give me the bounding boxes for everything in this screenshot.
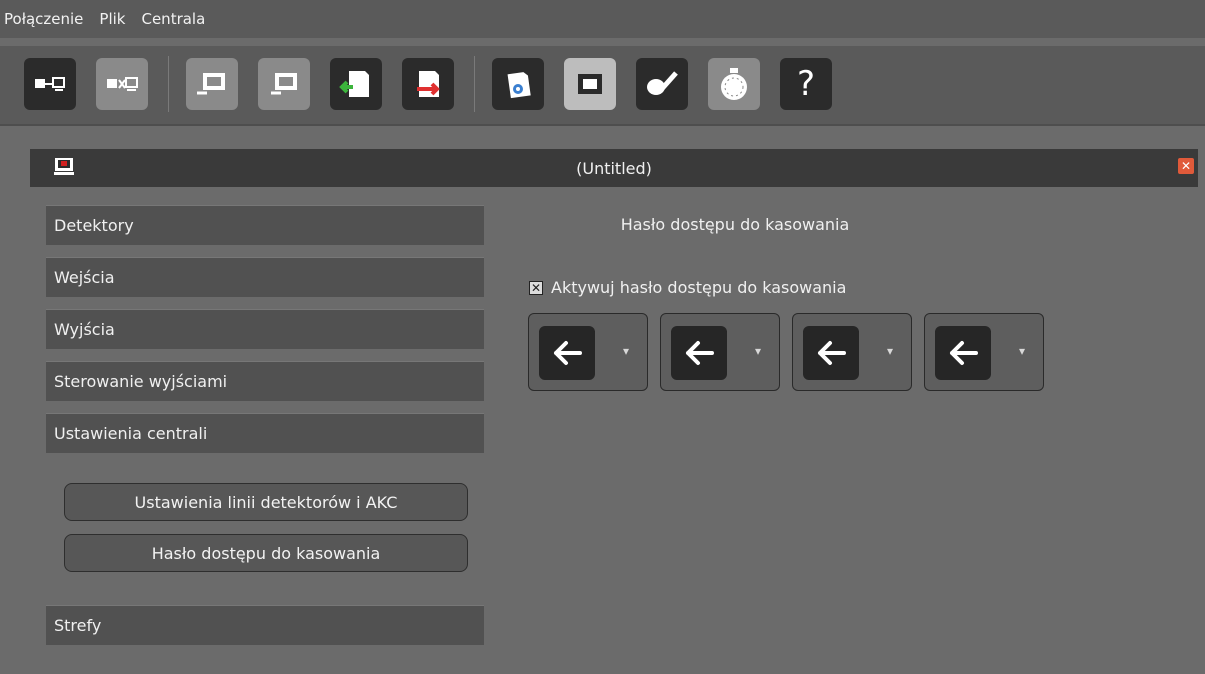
password-digit-1[interactable]: ▾ <box>528 313 648 391</box>
chevron-down-icon[interactable]: ▾ <box>755 344 761 358</box>
arrow-left-icon <box>818 341 846 365</box>
chevron-down-icon[interactable]: ▾ <box>887 344 893 358</box>
help-button[interactable]: ? <box>780 58 832 110</box>
arrow-left-icon <box>950 341 978 365</box>
chevron-down-icon[interactable]: ▾ <box>1019 344 1025 358</box>
toolbar-separator <box>168 56 169 112</box>
activate-password-label[interactable]: Aktywuj hasło dostępu do kasowania <box>551 278 846 297</box>
nav-item-wyjscia[interactable]: Wyjścia <box>46 309 484 349</box>
activate-password-checkbox[interactable]: ✕ <box>529 280 543 295</box>
menu-plik[interactable]: Plik <box>91 0 133 38</box>
nav-item-sterowanie-wyjsciami[interactable]: Sterowanie wyjściami <box>46 361 484 401</box>
app-window-icon <box>54 158 74 175</box>
digit-key-2[interactable] <box>671 326 727 380</box>
window-content: Detektory Wejścia Wyjścia Sterowanie wyj… <box>30 187 1205 674</box>
settings-document-icon <box>507 72 531 99</box>
arrow-left-icon <box>686 341 714 365</box>
edit-pencil-button[interactable] <box>636 58 688 110</box>
toolbar-separator <box>474 56 475 112</box>
activate-password-row: ✕ Aktywuj hasło dostępu do kasowania <box>529 278 846 297</box>
menu-bar: Połączenie Plik Centrala <box>0 0 1205 38</box>
menu-polaczenie[interactable]: Połączenie <box>0 0 91 38</box>
timer-icon <box>721 68 747 100</box>
nav-item-wejscia[interactable]: Wejścia <box>46 257 484 297</box>
export-icon <box>417 71 440 97</box>
connect-button[interactable] <box>24 58 76 110</box>
close-icon: ✕ <box>1180 159 1192 173</box>
write-to-panel-button[interactable] <box>258 58 310 110</box>
read-from-panel-button[interactable] <box>186 58 238 110</box>
close-button[interactable]: ✕ <box>1178 158 1194 174</box>
nav-item-ustawienia-centrali[interactable]: Ustawienia centrali <box>46 413 484 453</box>
subnav-haslo-button[interactable]: Hasło dostępu do kasowania <box>64 534 468 572</box>
import-button[interactable] <box>330 58 382 110</box>
disconnect-icon <box>107 77 138 91</box>
password-digit-4[interactable]: ▾ <box>924 313 1044 391</box>
panel-view-button[interactable] <box>564 58 616 110</box>
panel-view-icon <box>578 74 602 94</box>
nav-item-strefy[interactable]: Strefy <box>46 605 484 645</box>
export-button[interactable] <box>402 58 454 110</box>
window-title: (Untitled) <box>576 158 652 178</box>
write-to-panel-icon <box>271 73 297 95</box>
help-icon: ? <box>796 64 816 104</box>
chevron-down-icon[interactable]: ▾ <box>623 344 629 358</box>
nav-item-detektory[interactable]: Detektory <box>46 205 484 245</box>
digit-key-1[interactable] <box>539 326 595 380</box>
settings-document-button[interactable] <box>492 58 544 110</box>
read-from-panel-icon <box>197 73 225 95</box>
edit-pencil-icon <box>647 71 678 95</box>
digit-key-3[interactable] <box>803 326 859 380</box>
import-icon <box>339 71 369 97</box>
subnav-ustawienia-linii-button[interactable]: Ustawienia linii detektorów i AKC <box>64 483 468 521</box>
connect-icon <box>35 77 65 91</box>
toolbar: ? <box>0 46 1205 126</box>
digit-key-4[interactable] <box>935 326 991 380</box>
timer-button[interactable] <box>708 58 760 110</box>
arrow-left-icon <box>554 341 582 365</box>
section-title: Hasło dostępu do kasowania <box>620 215 850 234</box>
menu-centrala[interactable]: Centrala <box>133 0 213 38</box>
disconnect-button[interactable] <box>96 58 148 110</box>
password-digit-2[interactable]: ▾ <box>660 313 780 391</box>
password-digit-3[interactable]: ▾ <box>792 313 912 391</box>
window-title-bar: (Untitled) ✕ <box>30 149 1198 187</box>
checkbox-check-icon: ✕ <box>530 280 542 295</box>
